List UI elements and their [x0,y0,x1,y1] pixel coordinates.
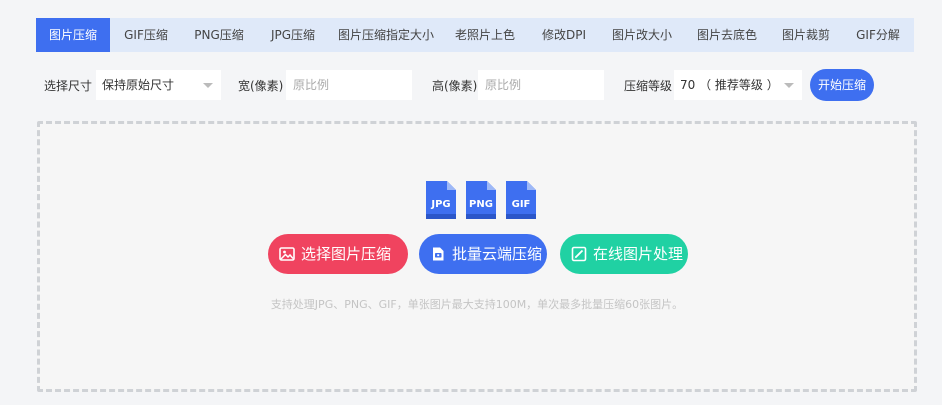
tab-modify-dpi[interactable]: 修改DPI [528,18,600,52]
upload-hint-text: 支持处理JPG、PNG、GIF，单张图片最大支持100M，单次最多批量压缩60张… [270,298,684,311]
tab-resize-image[interactable]: 图片改大小 [600,18,684,52]
chevron-down-icon [203,83,213,88]
level-select-value: 70 （ 推荐等级 ） [680,78,779,92]
file-type-label: JPG [430,199,450,210]
chevron-down-icon [784,83,794,88]
tab-image-compress[interactable]: 图片压缩 [36,18,110,52]
width-input[interactable] [286,70,412,100]
batch-cloud-compress-label: 批量云端压缩 [452,245,543,263]
level-select[interactable]: 70 （ 推荐等级 ） [674,70,802,100]
compress-options-toolbar: 选择尺寸 保持原始尺寸 宽(像素) 高(像素) 压缩等级 70 （ 推荐等级 ）… [0,69,942,102]
select-image-label: 选择图片压缩 [301,245,392,263]
tab-remove-background[interactable]: 图片去底色 [684,18,770,52]
size-label: 选择尺寸 [44,79,93,93]
edit-image-icon [571,246,587,262]
image-icon [279,247,295,261]
tab-gif-compress[interactable]: GIF压缩 [110,18,182,52]
tab-compress-to-size[interactable]: 图片压缩指定大小 [330,18,442,52]
cloud-zip-icon [433,247,444,261]
file-type-label: GIF [512,199,531,210]
width-label: 宽(像素) [238,79,284,93]
tab-crop-image[interactable]: 图片裁剪 [770,18,842,52]
height-label: 高(像素) [432,79,478,93]
file-png-icon: PNG [466,181,496,219]
select-image-button[interactable]: 选择图片压缩 [268,234,408,274]
size-select-value: 保持原始尺寸 [102,78,175,92]
online-image-process-button[interactable]: 在线图片处理 [560,234,688,274]
tab-list: 图片压缩 GIF压缩 PNG压缩 JPG压缩 图片压缩指定大小 老照片上色 修改… [36,18,914,52]
size-select[interactable]: 保持原始尺寸 [96,70,221,100]
start-compress-button[interactable]: 开始压缩 [810,69,874,101]
file-type-label: PNG [469,199,493,210]
tab-gif-split[interactable]: GIF分解 [842,18,914,52]
height-input[interactable] [478,70,604,100]
file-gif-icon: GIF [506,181,536,219]
tab-png-compress[interactable]: PNG压缩 [182,18,256,52]
tab-colorize-old-photo[interactable]: 老照片上色 [442,18,528,52]
upload-dropzone[interactable]: JPG PNG GIF 选择图片压缩 批量云端压缩 在线图片处理 支持处理JPG、P… [37,121,917,392]
file-type-icons: JPG PNG GIF [423,180,543,220]
level-label: 压缩等级 [624,79,673,93]
tab-bar: 图片压缩 GIF压缩 PNG压缩 JPG压缩 图片压缩指定大小 老照片上色 修改… [0,0,942,55]
file-jpg-icon: JPG [426,181,456,219]
online-image-process-label: 在线图片处理 [593,245,684,263]
batch-cloud-compress-button[interactable]: 批量云端压缩 [419,234,547,274]
tab-jpg-compress[interactable]: JPG压缩 [256,18,330,52]
